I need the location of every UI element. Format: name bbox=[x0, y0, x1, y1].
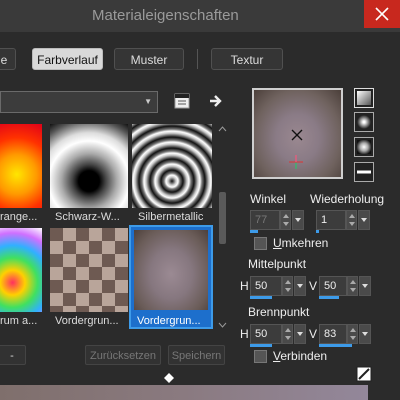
repeat-value: 1 bbox=[321, 214, 328, 226]
rectangular-style-icon bbox=[357, 115, 371, 129]
focus-point-icon[interactable] bbox=[288, 154, 304, 170]
center-v-slider-fill[interactable] bbox=[319, 296, 339, 299]
focus-v-dropdown[interactable] bbox=[359, 324, 371, 344]
repeat-dropdown[interactable] bbox=[358, 210, 370, 230]
gradient-tile-label: range... bbox=[0, 211, 38, 223]
tab-pattern[interactable]: Muster bbox=[114, 48, 184, 70]
focus-v-value: 83 bbox=[324, 328, 337, 340]
title-bar: Materialeigenschaften bbox=[0, 0, 400, 32]
focus-h-spinner[interactable] bbox=[282, 324, 293, 344]
tab-gradient[interactable]: Farbverlauf bbox=[32, 48, 103, 70]
gradient-bar[interactable] bbox=[0, 385, 368, 400]
center-h-dropdown[interactable] bbox=[294, 276, 306, 296]
style-rectangular-button[interactable] bbox=[354, 112, 374, 132]
angle-spinner[interactable] bbox=[280, 210, 291, 230]
focus-label: Brennpunkt bbox=[248, 305, 310, 319]
tab-label: Textur bbox=[230, 53, 264, 67]
scroll-down-icon[interactable] bbox=[218, 322, 227, 328]
focus-v-slider-fill[interactable] bbox=[319, 344, 352, 347]
focus-h-dropdown[interactable] bbox=[294, 324, 306, 344]
repeat-label: Wiederholung bbox=[310, 192, 385, 206]
gradient-tile-label: Silbermetallic bbox=[138, 211, 204, 223]
gradient-tile-orange[interactable] bbox=[0, 124, 42, 208]
focus-h-label: H bbox=[240, 327, 249, 341]
tab-partial[interactable]: e bbox=[0, 48, 16, 70]
center-h-slider-fill[interactable] bbox=[250, 296, 272, 299]
scroll-up-icon[interactable] bbox=[218, 126, 227, 132]
gradient-tile-label: Vordergrun... bbox=[137, 315, 201, 327]
save-button[interactable]: Speichern bbox=[168, 345, 225, 365]
focus-v-spinner[interactable] bbox=[347, 324, 358, 344]
center-v-field[interactable]: 50 bbox=[319, 276, 347, 299]
gradient-tile-checker[interactable] bbox=[50, 228, 128, 312]
focus-v-field[interactable]: 83 bbox=[319, 324, 352, 347]
color-stop-icon[interactable] bbox=[356, 366, 372, 382]
angle-value: 77 bbox=[255, 214, 268, 226]
link-checkbox[interactable] bbox=[254, 350, 267, 363]
tab-separator bbox=[197, 49, 198, 69]
style-radial-button[interactable] bbox=[354, 162, 374, 182]
window-title: Materialeigenschaften bbox=[92, 7, 239, 24]
invert-label-rest: mkehren bbox=[281, 236, 329, 250]
invert-mnemonic: U bbox=[273, 236, 282, 250]
gradient-tile-swatch bbox=[134, 230, 208, 310]
repeat-spinner[interactable] bbox=[346, 210, 357, 230]
link-label: Verbinden bbox=[273, 349, 327, 363]
center-h-field[interactable]: 50 bbox=[250, 276, 282, 299]
gradient-preview[interactable] bbox=[252, 88, 343, 179]
close-button[interactable] bbox=[364, 0, 400, 28]
style-sunburst-button[interactable] bbox=[354, 137, 374, 157]
scrollbar-thumb[interactable] bbox=[219, 192, 226, 244]
angle-slider-fill[interactable] bbox=[250, 230, 258, 233]
tab-label: e bbox=[0, 53, 8, 67]
center-h-label: H bbox=[240, 279, 249, 293]
sunburst-style-icon bbox=[357, 140, 371, 154]
center-v-spinner[interactable] bbox=[347, 276, 358, 296]
style-linear-button[interactable] bbox=[354, 88, 374, 108]
gradient-tile-label: rum a... bbox=[0, 315, 38, 327]
center-v-value: 50 bbox=[324, 280, 337, 292]
linear-style-icon bbox=[357, 91, 371, 105]
gradient-tile-selected[interactable]: Vordergrun... bbox=[129, 225, 213, 329]
radial-style-icon bbox=[357, 165, 371, 179]
center-h-value: 50 bbox=[255, 280, 268, 292]
chevron-down-icon: ▼ bbox=[144, 97, 152, 106]
gradient-stop-marker[interactable] bbox=[164, 373, 174, 383]
focus-v-label: V bbox=[309, 327, 318, 341]
gradient-tile-black-white[interactable] bbox=[50, 124, 128, 208]
gradient-tile-rainbow[interactable] bbox=[0, 228, 42, 312]
gradient-tile-label: Schwarz-W... bbox=[55, 211, 120, 223]
angle-field[interactable]: 77 bbox=[250, 210, 280, 233]
focus-h-field[interactable]: 50 bbox=[250, 324, 282, 347]
center-h-spinner[interactable] bbox=[282, 276, 293, 296]
arrow-right-icon[interactable] bbox=[209, 94, 223, 108]
angle-label: Winkel bbox=[250, 192, 287, 206]
focus-h-slider-fill[interactable] bbox=[250, 344, 272, 347]
gradient-tile-label: Vordergrun... bbox=[55, 315, 119, 327]
link-label-rest: erbinden bbox=[280, 349, 328, 363]
invert-checkbox[interactable] bbox=[254, 237, 267, 250]
tab-label: Farbverlauf bbox=[37, 53, 98, 67]
repeat-field[interactable]: 1 bbox=[316, 210, 346, 233]
repeat-slider-fill[interactable] bbox=[316, 230, 319, 233]
focus-h-value: 50 bbox=[255, 328, 268, 340]
center-point-icon[interactable] bbox=[290, 128, 304, 142]
gradient-category-dropdown[interactable]: ▼ bbox=[0, 91, 158, 113]
tab-label: Muster bbox=[130, 53, 168, 67]
center-v-label: V bbox=[309, 279, 318, 293]
angle-dropdown[interactable] bbox=[292, 210, 304, 230]
center-v-dropdown[interactable] bbox=[359, 276, 371, 296]
close-icon bbox=[375, 7, 389, 21]
gradient-editor-icon[interactable] bbox=[174, 93, 190, 109]
reset-button[interactable]: Zurücksetzen bbox=[85, 345, 161, 365]
gradient-tile-silver-metallic[interactable] bbox=[132, 124, 212, 208]
minus-button[interactable]: - bbox=[0, 345, 26, 365]
center-label: Mittelpunkt bbox=[248, 257, 307, 271]
invert-label: Umkehren bbox=[273, 236, 328, 250]
tab-texture[interactable]: Textur bbox=[211, 48, 283, 70]
